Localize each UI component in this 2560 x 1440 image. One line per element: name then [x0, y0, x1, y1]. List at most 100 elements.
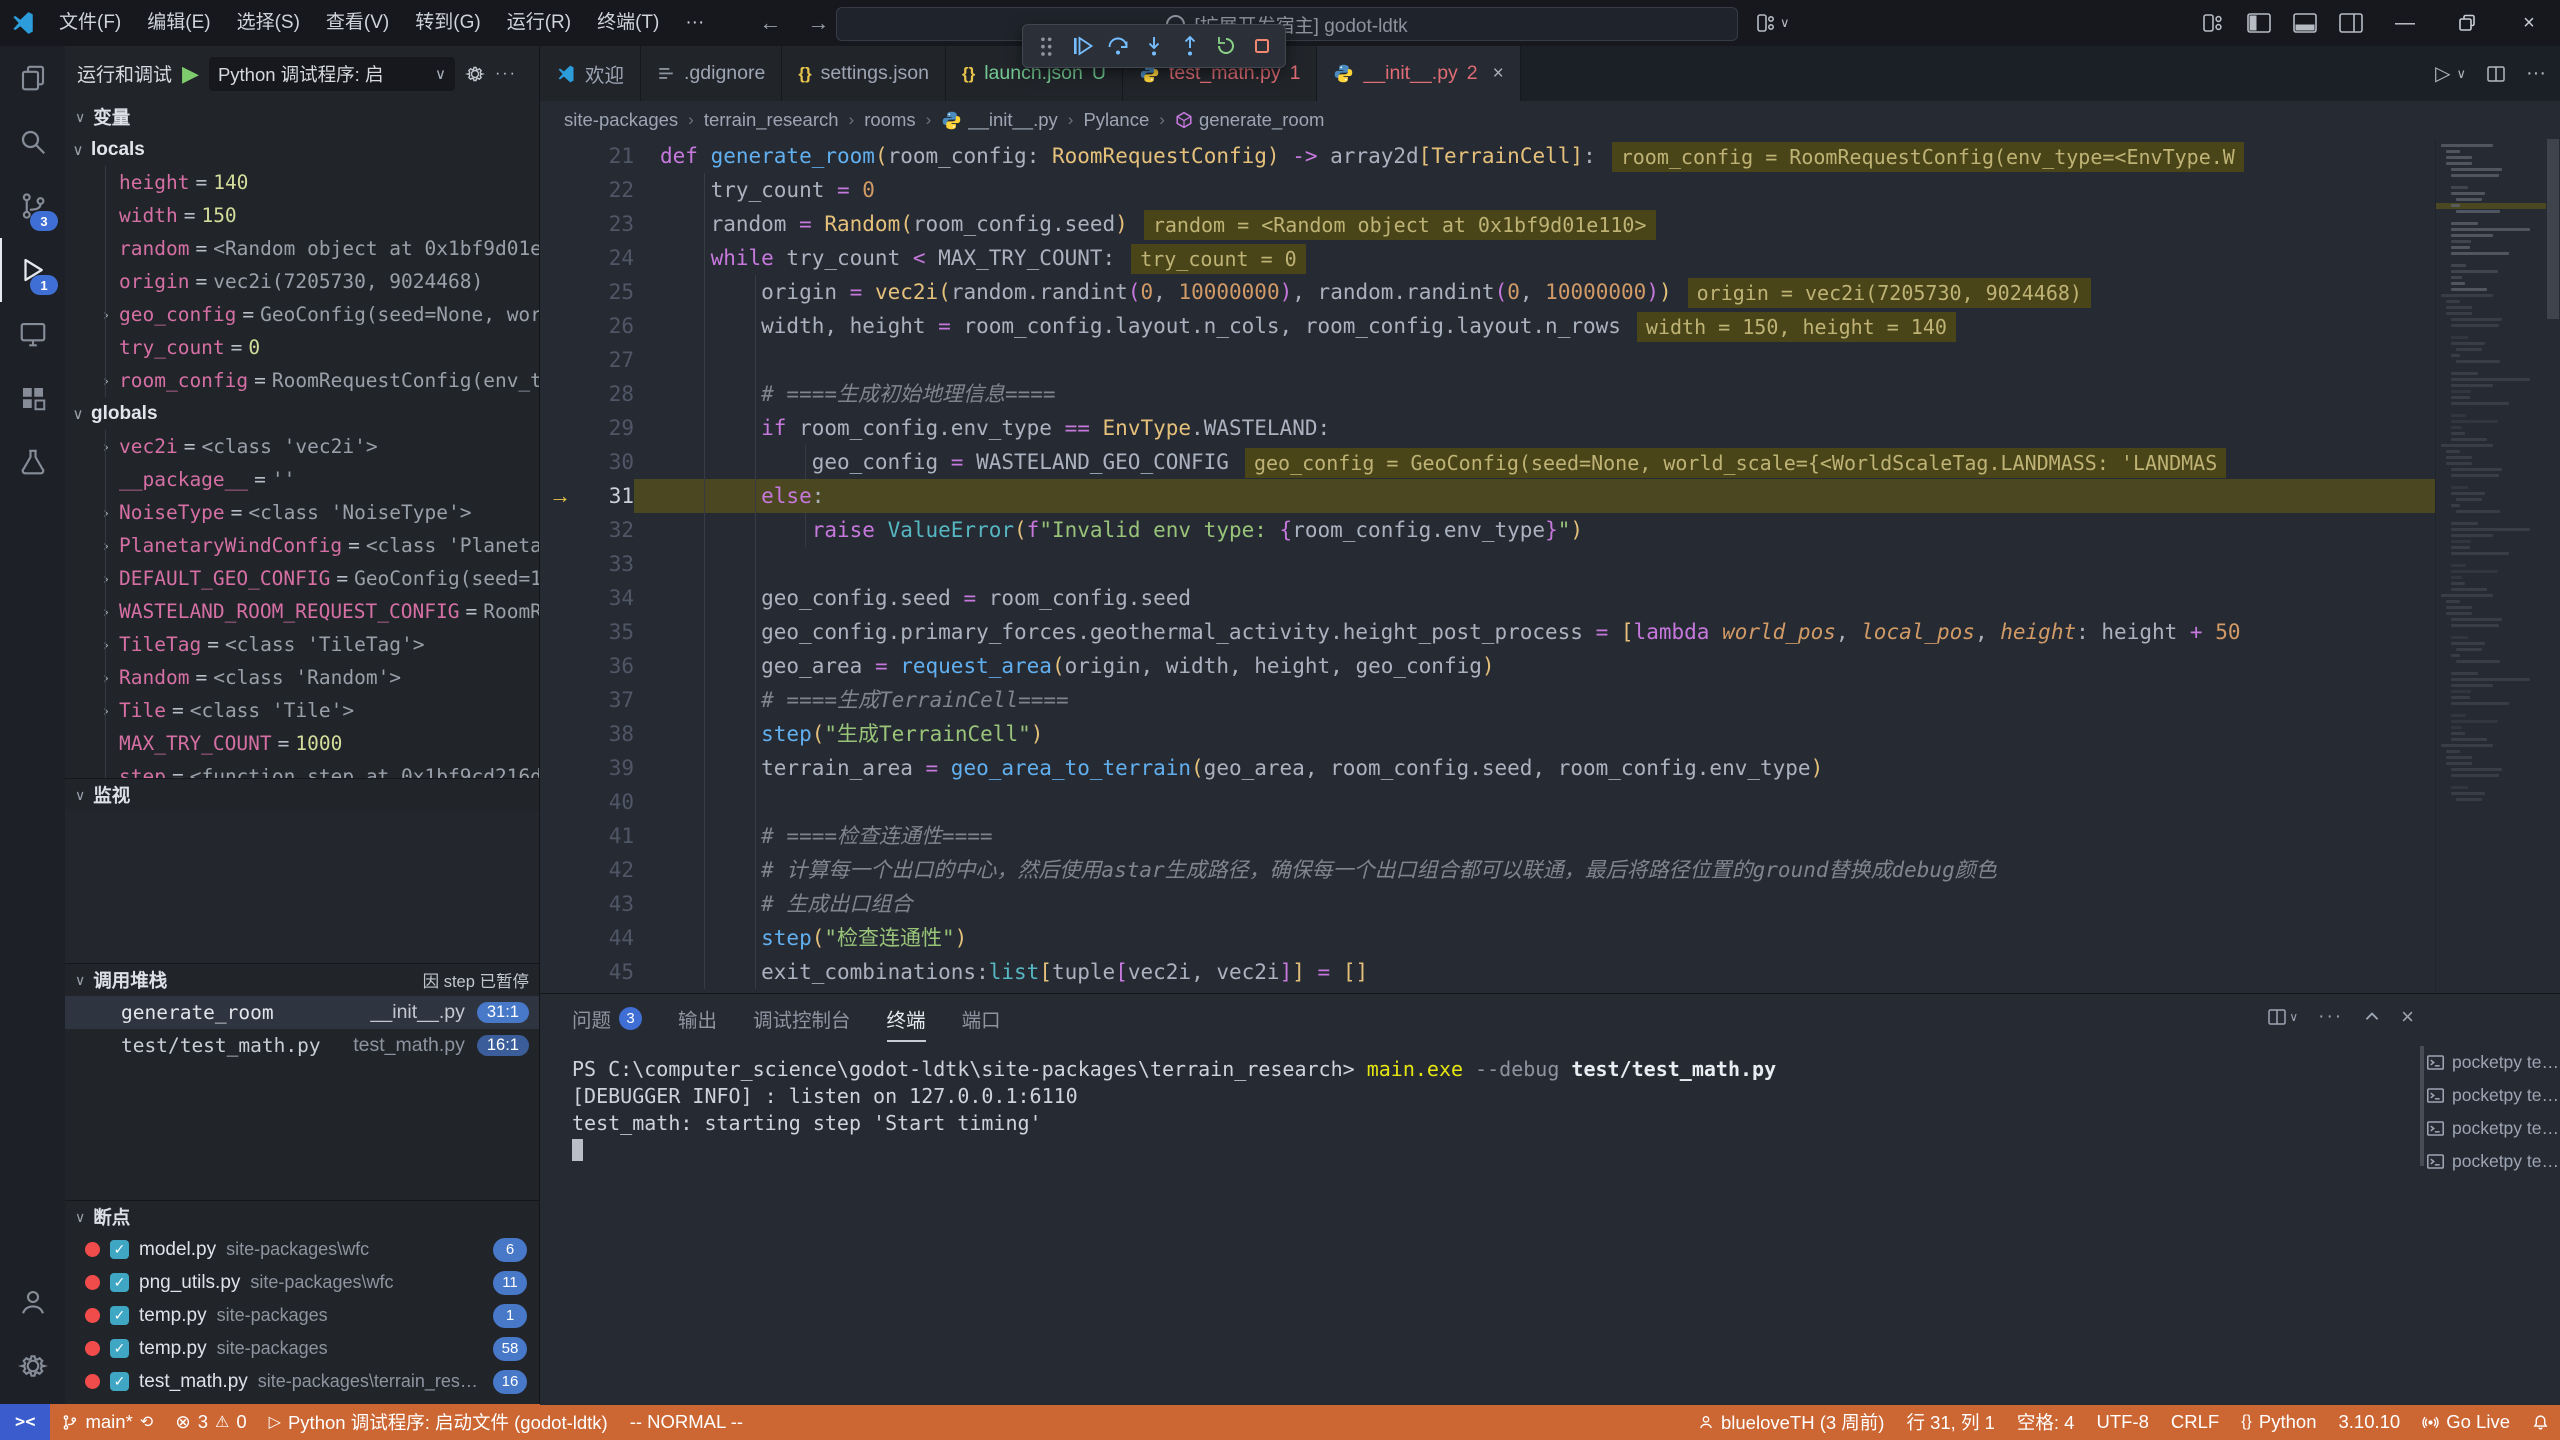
variable-row[interactable]: origin=vec2i(7205730, 9024468): [65, 265, 539, 298]
callstack-section-header[interactable]: ∨ 调用堆栈 因 step 已暂停: [65, 963, 539, 996]
code-line[interactable]: 43# 生成出口组合: [540, 887, 2436, 921]
status-vim-mode[interactable]: -- NORMAL --: [619, 1404, 754, 1440]
code-line[interactable]: 36geo_area = request_area(origin, width,…: [540, 649, 2436, 683]
copilot-icon[interactable]: ∨: [1756, 0, 1790, 46]
code-line[interactable]: 22try_count = 0: [540, 173, 2436, 207]
code-line[interactable]: 30geo_config = WASTELAND_GEO_CONFIGgeo_c…: [540, 445, 2436, 479]
panel-tab-端口[interactable]: 端口: [962, 994, 1001, 1042]
menu-item[interactable]: 编辑(E): [134, 7, 223, 39]
menu-item[interactable]: 转到(G): [402, 7, 493, 39]
minimap[interactable]: [2435, 139, 2546, 993]
variable-row[interactable]: ›Random=<class 'Random'>: [65, 661, 539, 694]
callstack-frame[interactable]: generate_room__init__.py31:1: [65, 996, 539, 1029]
customize-layout-icon[interactable]: [2190, 0, 2236, 46]
code-line[interactable]: 37# ====生成TerrainCell====: [540, 683, 2436, 717]
variable-row[interactable]: ›geo_config=GeoConfig(seed=None, wor…: [65, 298, 539, 331]
terminal-list-item[interactable]: pocketpy te…: [2426, 1079, 2558, 1112]
breadcrumb-item[interactable]: rooms: [864, 109, 915, 131]
activity-extensions-icon[interactable]: [0, 366, 65, 430]
menu-item[interactable]: 查看(V): [313, 7, 402, 39]
start-debugging-icon[interactable]: ▶: [182, 61, 199, 87]
run-python-file-button[interactable]: ▷: [2435, 61, 2450, 86]
expand-chevron-icon[interactable]: ›: [93, 372, 119, 390]
activity-source-control-icon[interactable]: 3: [0, 174, 65, 238]
status-remote-indicator[interactable]: ><: [0, 1404, 50, 1440]
code-line[interactable]: 40: [540, 785, 2436, 819]
variable-row[interactable]: ›PlanetaryWindConfig=<class 'Planeta…: [65, 529, 539, 562]
continue-button[interactable]: [1066, 30, 1098, 62]
step-out-button[interactable]: [1174, 30, 1206, 62]
breadcrumb-item[interactable]: Pylance: [1083, 109, 1149, 131]
breakpoint-checkbox[interactable]: ✓: [110, 1240, 129, 1259]
variable-row[interactable]: __package__='': [65, 463, 539, 496]
activity-explorer-icon[interactable]: [0, 46, 65, 110]
panel-tab-调试控制台[interactable]: 调试控制台: [753, 994, 851, 1042]
tab-[interactable]: 欢迎: [540, 46, 641, 101]
panel-tab-问题[interactable]: 问题3: [572, 994, 642, 1042]
status-gitlens-blame[interactable]: blueloveTH (3 周前): [1687, 1404, 1895, 1440]
variable-row[interactable]: width=150: [65, 199, 539, 232]
code-line[interactable]: 45exit_combinations:list[tuple[vec2i, ve…: [540, 955, 2436, 989]
breakpoint-checkbox[interactable]: ✓: [110, 1273, 129, 1292]
code-line[interactable]: 35geo_config.primary_forces.geothermal_a…: [540, 615, 2436, 649]
editor-more-actions[interactable]: ···: [2526, 62, 2546, 85]
code-line[interactable]: 39terrain_area = geo_area_to_terrain(geo…: [540, 751, 2436, 785]
expand-chevron-icon[interactable]: ›: [93, 570, 119, 588]
code-line[interactable]: 38step("生成TerrainCell"): [540, 717, 2436, 751]
activity-account-icon[interactable]: [0, 1270, 65, 1334]
step-over-button[interactable]: [1102, 30, 1134, 62]
expand-chevron-icon[interactable]: ›: [93, 636, 119, 654]
breadcrumb-item[interactable]: site-packages: [564, 109, 678, 131]
expand-chevron-icon[interactable]: ›: [93, 603, 119, 621]
panel-tab-输出[interactable]: 输出: [678, 994, 717, 1042]
expand-chevron-icon[interactable]: ›: [93, 438, 119, 456]
variable-row[interactable]: ›vec2i=<class 'vec2i'>: [65, 430, 539, 463]
tab-__init__.py[interactable]: __init__.py2×: [1317, 46, 1520, 101]
code-line[interactable]: 41# ====检查连通性====: [540, 819, 2436, 853]
split-editor-button[interactable]: [2486, 64, 2506, 84]
breakpoint-row[interactable]: ✓model.pysite-packages\wfc6: [65, 1233, 539, 1266]
status-problems[interactable]: ⊗3⚠0: [164, 1404, 257, 1440]
breakpoint-checkbox[interactable]: ✓: [110, 1339, 129, 1358]
more-actions-button[interactable]: ···: [2318, 1006, 2343, 1028]
breakpoint-row[interactable]: ✓test_math.pysite-packages\terrain_res…1…: [65, 1365, 539, 1398]
close-tab-icon[interactable]: ×: [1493, 63, 1504, 85]
breadcrumb-item[interactable]: __init__.py: [941, 109, 1057, 131]
scope-row-globals[interactable]: ∨globals: [65, 397, 539, 430]
maximize-panel-button[interactable]: [2363, 1008, 2381, 1026]
breakpoint-checkbox[interactable]: ✓: [110, 1306, 129, 1325]
debug-config-dropdown[interactable]: Python 调试程序: 启∨: [209, 57, 455, 91]
code-line[interactable]: 29if room_config.env_type == EnvType.WAS…: [540, 411, 2436, 445]
status-go-live[interactable]: Go Live: [2411, 1404, 2521, 1440]
breakpoint-row[interactable]: ✓temp.pysite-packages58: [65, 1332, 539, 1365]
restart-button[interactable]: [1210, 30, 1242, 62]
breakpoint-checkbox[interactable]: ✓: [110, 1372, 129, 1391]
callstack-frame[interactable]: test/test_math.pytest_math.py16:1: [65, 1029, 539, 1062]
code-line[interactable]: →31else:: [540, 479, 2436, 513]
debug-settings-gear-icon[interactable]: [465, 64, 485, 84]
code-line[interactable]: 21def generate_room(room_config: RoomReq…: [540, 139, 2436, 173]
activity-remote-explorer-icon[interactable]: [0, 302, 65, 366]
variable-row[interactable]: step=<function step at 0x1bf9cd216d: [65, 760, 539, 778]
stop-button[interactable]: [1246, 30, 1278, 62]
breadcrumb-item[interactable]: generate_room: [1175, 109, 1324, 131]
menu-item[interactable]: ···: [672, 7, 717, 39]
variable-row[interactable]: ›WASTELAND_ROOM_REQUEST_CONFIG=RoomR…: [65, 595, 539, 628]
menu-item[interactable]: 终端(T): [584, 7, 672, 39]
breakpoint-row[interactable]: ✓temp.pysite-packages1: [65, 1299, 539, 1332]
variable-row[interactable]: MAX_TRY_COUNT=1000: [65, 727, 539, 760]
code-line[interactable]: 33: [540, 547, 2436, 581]
code-line[interactable]: 42# 计算每一个出口的中心，然后使用astar生成路径，确保每一个出口组合都可…: [540, 853, 2436, 887]
code-line[interactable]: 28# ====生成初始地理信息====: [540, 377, 2436, 411]
code-editor[interactable]: 21def generate_room(room_config: RoomReq…: [540, 139, 2560, 993]
terminal-output[interactable]: PS C:\computer_science\godot-ldtk\site-p…: [572, 1056, 2410, 1397]
status-language-mode[interactable]: {}Python: [2230, 1404, 2327, 1440]
status-eol[interactable]: CRLF: [2160, 1404, 2230, 1440]
variable-row[interactable]: ›DEFAULT_GEO_CONFIG=GeoConfig(seed=1…: [65, 562, 539, 595]
status-indentation[interactable]: 空格: 4: [2006, 1404, 2086, 1440]
expand-chevron-icon[interactable]: ›: [93, 504, 119, 522]
step-into-button[interactable]: [1138, 30, 1170, 62]
nav-forward-icon[interactable]: →: [807, 10, 829, 36]
minimize-button[interactable]: —: [2374, 0, 2436, 46]
status-debug-config[interactable]: ▷Python 调试程序: 启动文件 (godot-ldtk): [258, 1404, 619, 1440]
